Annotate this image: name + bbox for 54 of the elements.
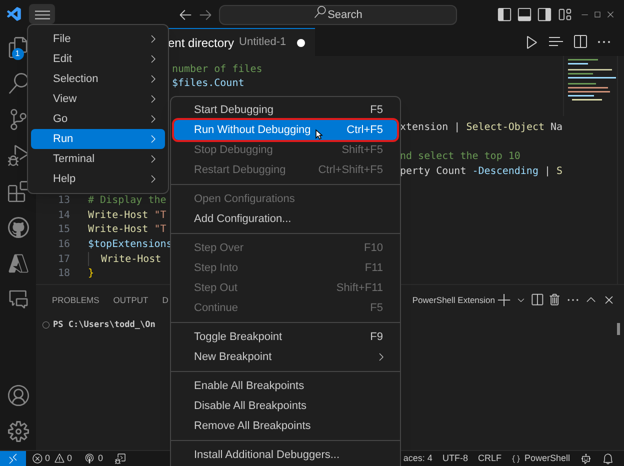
code-text: # Display the [88, 194, 166, 208]
menu-item[interactable]: Install Additional Debuggers... [174, 445, 397, 465]
panel-tab[interactable]: OUTPUT [113, 294, 148, 306]
menu-item[interactable]: Toggle Breakpoint F9 [174, 327, 397, 347]
code-text: xtension | Select-Object Na [400, 121, 563, 136]
notification-badge: 1 [12, 48, 24, 60]
code-text: $files.Count [172, 77, 244, 92]
status-item[interactable]: aces: 4 [403, 452, 432, 466]
terminal-text: PS C:\Users\todd_\On [53, 319, 156, 332]
menu-item[interactable]: Run [31, 129, 165, 149]
menu-item[interactable]: New Breakpoint [174, 347, 397, 367]
code-text: $topExtensions [88, 238, 172, 252]
menu-item[interactable]: Remove All Breakpoints [174, 416, 397, 436]
line-number: 16 [58, 238, 70, 250]
line-number: 13 [58, 195, 70, 206]
ports-count: 0 [98, 452, 104, 465]
menu-item[interactable]: Add Configuration... [174, 209, 397, 229]
menu-item[interactable]: Edit [31, 49, 165, 69]
line-number: 17 [58, 254, 70, 265]
code-text: } [88, 267, 94, 282]
menu-item[interactable]: View [31, 89, 165, 109]
status-item[interactable]: UTF-8 [442, 452, 468, 466]
menu-item[interactable]: Disable All Breakpoints [174, 396, 397, 416]
code-text: Write-Host [101, 252, 162, 267]
tab-title: Untitled-1 [239, 35, 286, 50]
terminal-name[interactable]: PowerShell Extension [412, 294, 495, 306]
menu-item[interactable]: Go [31, 109, 165, 129]
panel-tab[interactable]: D [162, 294, 168, 306]
ports-button[interactable]: 0 [84, 452, 104, 466]
editor-tab[interactable]: ent directory Untitled-1 [168, 28, 316, 56]
menu-item[interactable]: Enable All Breakpoints [174, 376, 397, 396]
tab-folder-text: ent directory [168, 34, 234, 52]
code-text: nd select the top 10 [400, 150, 520, 164]
panel-tab[interactable]: PROBLEMS [52, 294, 100, 306]
menu-item[interactable]: Start Debugging F5 [174, 100, 397, 120]
menu-item[interactable]: Terminal [31, 149, 165, 169]
code-text: number of files [172, 62, 262, 77]
problems-button[interactable]: 0 0 [32, 452, 72, 466]
warning-count: 0 [67, 452, 72, 465]
status-item[interactable]: CRLF [478, 452, 502, 466]
search-field[interactable]: Search [219, 5, 457, 25]
menu-item[interactable]: File [31, 29, 165, 49]
line-number: 15 [58, 224, 70, 236]
menu-item[interactable]: Help [31, 169, 165, 189]
line-number: 18 [58, 268, 70, 280]
language-label: PowerShell [524, 452, 570, 465]
line-number: 14 [58, 210, 70, 221]
code-text: Write-Host "T [88, 208, 166, 223]
menu-item[interactable]: Run Without Debugging Ctrl+F5 [174, 120, 397, 140]
language-button[interactable]: PowerShell [511, 452, 570, 466]
code-text: perty Count -Descending | S [400, 164, 563, 179]
menu-item[interactable]: Selection [31, 69, 165, 89]
code-text: Write-Host "T [88, 223, 166, 238]
error-count: 0 [45, 452, 50, 465]
